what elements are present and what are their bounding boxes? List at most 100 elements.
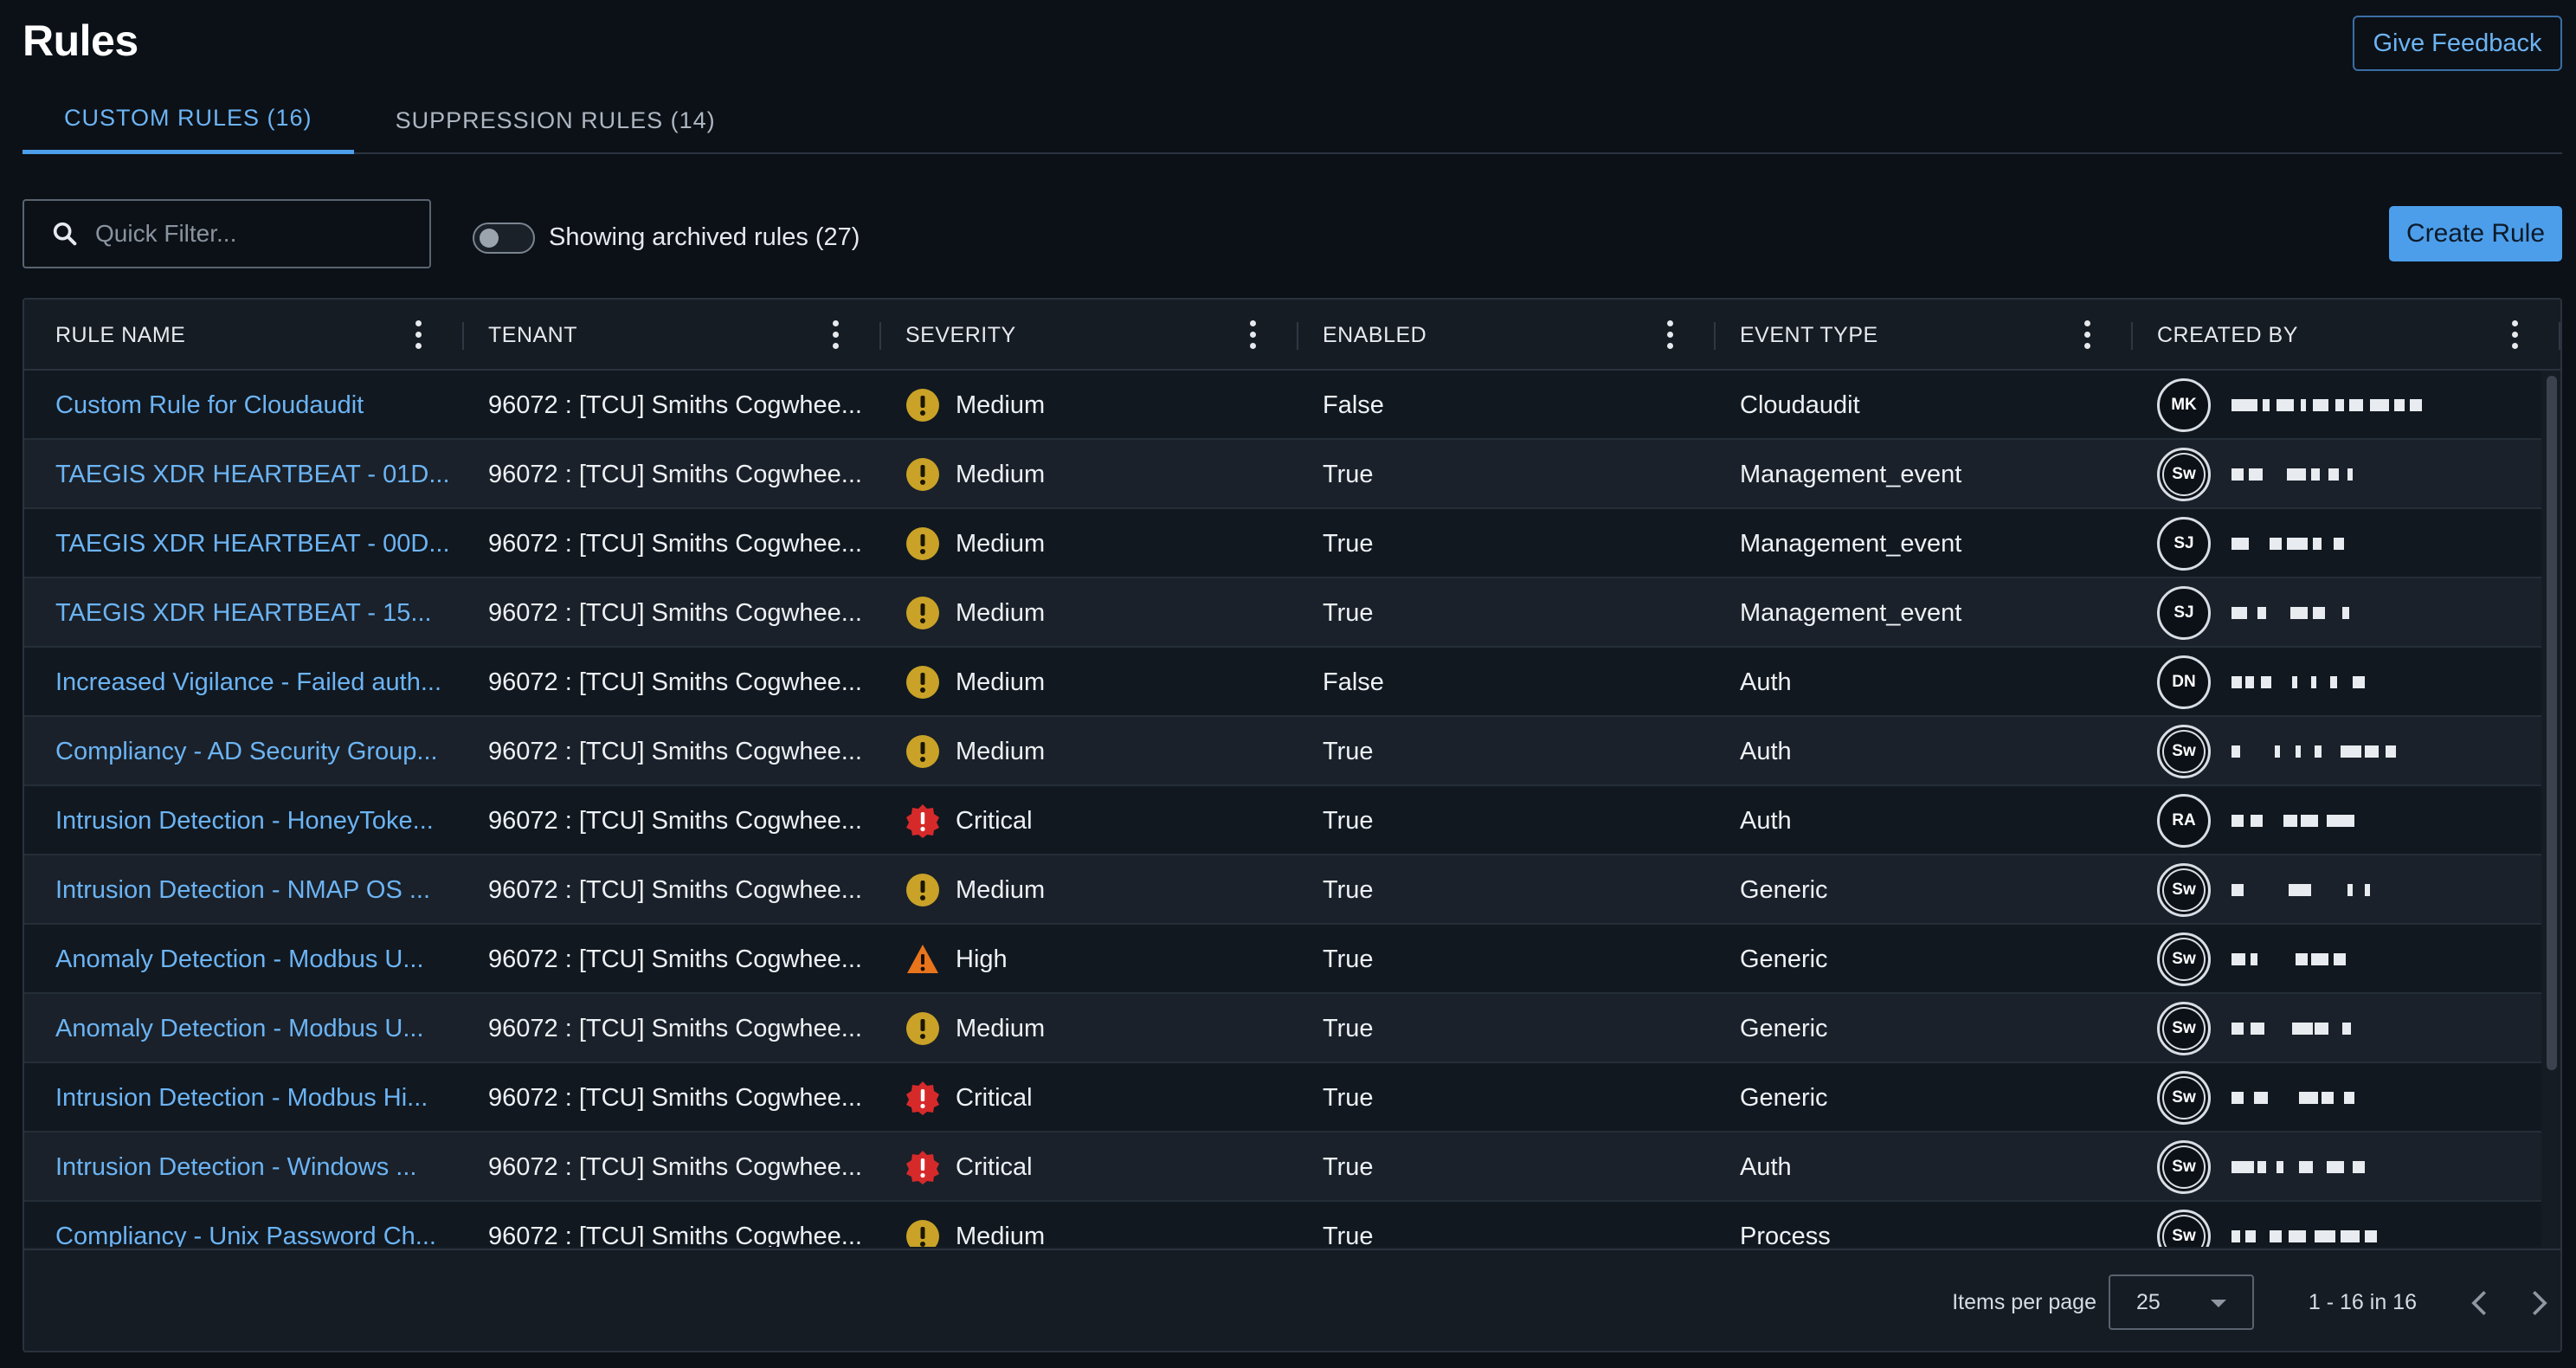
- more-vertical-icon[interactable]: [833, 320, 840, 350]
- table-row[interactable]: TAEGIS XDR HEARTBEAT - 00D... 96072 : [TC…: [24, 509, 2541, 578]
- chevron-left-icon[interactable]: [2467, 1288, 2493, 1318]
- rule-name-link[interactable]: Increased Vigilance - Failed auth...: [55, 648, 454, 717]
- rule-name-link[interactable]: Compliancy - Unix Password Ch...: [55, 1202, 454, 1248]
- rule-name-link[interactable]: TAEGIS XDR HEARTBEAT - 15...: [55, 578, 454, 648]
- quick-filter-input[interactable]: [95, 220, 424, 248]
- items-per-page-select[interactable]: 25: [2109, 1274, 2254, 1330]
- table-row[interactable]: Increased Vigilance - Failed auth... 9607…: [24, 648, 2541, 717]
- column-header-enabled[interactable]: ENABLED: [1298, 300, 1716, 371]
- created-by-cell: Sw: [2157, 717, 2521, 786]
- create-rule-button[interactable]: Create Rule: [2389, 206, 2562, 261]
- severity-cell: Medium: [905, 371, 1286, 440]
- archived-rules-toggle[interactable]: [473, 223, 535, 254]
- more-vertical-icon[interactable]: [2084, 320, 2091, 350]
- severity-label: Medium: [956, 598, 1046, 627]
- severity-label: Medium: [956, 1222, 1046, 1248]
- tenant-cell: 96072 : [TCU] Smiths Cogwhee...: [488, 1083, 862, 1112]
- rule-name-link[interactable]: Intrusion Detection - Windows ...: [55, 1132, 454, 1202]
- redacted-creator-name: [2231, 946, 2422, 972]
- severity-label: Medium: [956, 529, 1046, 558]
- table-scrollbar[interactable]: [2547, 376, 2557, 1070]
- redacted-creator-name: [2231, 1223, 2422, 1247]
- redacted-block: [2231, 953, 2245, 965]
- redacted-block: [2277, 1161, 2283, 1173]
- event-type-cell: Auth: [1740, 1152, 1792, 1181]
- rule-name-link[interactable]: TAEGIS XDR HEARTBEAT - 00D...: [55, 509, 454, 578]
- enabled-cell: True: [1323, 598, 1374, 627]
- redacted-block: [2342, 607, 2349, 619]
- avatar: Sw: [2157, 863, 2211, 917]
- table-row[interactable]: Intrusion Detection - Windows ... 96072 :…: [24, 1132, 2541, 1202]
- redacted-block: [2231, 607, 2247, 619]
- quick-filter[interactable]: [23, 199, 431, 268]
- medium-severity-icon: [905, 388, 956, 423]
- severity-cell: Critical: [905, 786, 1286, 855]
- avatar: Sw: [2157, 1002, 2211, 1055]
- redacted-block: [2290, 607, 2308, 619]
- column-header-created-by[interactable]: CREATED BY: [2133, 300, 2560, 371]
- rule-name-link[interactable]: TAEGIS XDR HEARTBEAT - 01D...: [55, 440, 454, 509]
- medium-severity-icon: [905, 734, 956, 769]
- more-vertical-icon[interactable]: [415, 320, 422, 350]
- tab-suppression-rules[interactable]: SUPPRESSION RULES (14): [354, 87, 757, 154]
- table-row[interactable]: TAEGIS XDR HEARTBEAT - 15... 96072 : [TCU…: [24, 578, 2541, 648]
- severity-cell: High: [905, 925, 1286, 994]
- severity-cell: Critical: [905, 1063, 1286, 1132]
- severity-cell: Medium: [905, 578, 1286, 648]
- rule-name-link[interactable]: Anomaly Detection - Modbus U...: [55, 994, 454, 1063]
- redacted-block: [2231, 815, 2244, 827]
- created-by-cell: Sw: [2157, 925, 2521, 994]
- tenant-cell: 96072 : [TCU] Smiths Cogwhee...: [488, 598, 862, 627]
- redacted-block: [2277, 399, 2294, 411]
- redacted-block: [2335, 399, 2344, 411]
- rule-name-link[interactable]: Compliancy - AD Security Group...: [55, 717, 454, 786]
- event-type-cell: Auth: [1740, 806, 1792, 835]
- more-vertical-icon[interactable]: [1250, 320, 1257, 350]
- column-header-severity[interactable]: SEVERITY: [881, 300, 1298, 371]
- table-row[interactable]: Intrusion Detection - HoneyToke... 96072 …: [24, 786, 2541, 855]
- table-row[interactable]: Intrusion Detection - Modbus Hi... 96072 …: [24, 1063, 2541, 1132]
- table-row[interactable]: Compliancy - AD Security Group... 96072 :…: [24, 717, 2541, 786]
- more-vertical-icon[interactable]: [1667, 320, 1674, 350]
- column-header-label: ENABLED: [1323, 322, 1427, 347]
- redacted-block: [2313, 607, 2325, 619]
- table-row[interactable]: Custom Rule for Cloudaudit 96072 : [TCU] …: [24, 371, 2541, 440]
- tenant-cell: 96072 : [TCU] Smiths Cogwhee...: [488, 390, 862, 419]
- tenant-cell: 96072 : [TCU] Smiths Cogwhee...: [488, 529, 862, 558]
- redacted-block: [2327, 815, 2354, 827]
- rule-name-link[interactable]: Intrusion Detection - HoneyToke...: [55, 786, 454, 855]
- redacted-block: [2313, 538, 2322, 550]
- column-header-event-type[interactable]: EVENT TYPE: [1716, 300, 2133, 371]
- rule-name-link[interactable]: Intrusion Detection - Modbus Hi...: [55, 1063, 454, 1132]
- chevron-right-icon[interactable]: [2526, 1288, 2552, 1318]
- medium-severity-icon: [905, 457, 956, 492]
- medium-severity-icon: [905, 665, 956, 700]
- table-header: RULE NAME TENANT SEVERITY ENABLED EVENT …: [24, 300, 2560, 371]
- redacted-block: [2251, 815, 2263, 827]
- more-vertical-icon[interactable]: [2512, 320, 2519, 350]
- event-type-cell: Generic: [1740, 875, 1828, 904]
- table-row[interactable]: Anomaly Detection - Modbus U... 96072 : […: [24, 994, 2541, 1063]
- tab-custom-rules[interactable]: CUSTOM RULES (16): [23, 87, 354, 154]
- created-by-cell: SJ: [2157, 509, 2521, 578]
- redacted-block: [2327, 1161, 2344, 1173]
- redacted-block: [2301, 815, 2318, 827]
- rule-name-link[interactable]: Custom Rule for Cloudaudit: [55, 371, 454, 440]
- medium-severity-icon: [905, 873, 956, 907]
- table-row[interactable]: TAEGIS XDR HEARTBEAT - 01D... 96072 : [TC…: [24, 440, 2541, 509]
- avatar: MK: [2157, 378, 2211, 432]
- redacted-block: [2231, 745, 2240, 758]
- table-row[interactable]: Anomaly Detection - Modbus U... 96072 : […: [24, 925, 2541, 994]
- created-by-cell: Sw: [2157, 994, 2521, 1063]
- redacted-block: [2311, 676, 2316, 688]
- critical-severity-icon: [905, 803, 956, 838]
- column-header-tenant[interactable]: TENANT: [464, 300, 881, 371]
- rule-name-link[interactable]: Intrusion Detection - NMAP OS ...: [55, 855, 454, 925]
- column-header-rule-name[interactable]: RULE NAME: [24, 300, 464, 371]
- give-feedback-button[interactable]: Give Feedback: [2353, 16, 2562, 71]
- tenant-cell: 96072 : [TCU] Smiths Cogwhee...: [488, 1222, 862, 1248]
- table-row[interactable]: Intrusion Detection - NMAP OS ... 96072 :…: [24, 855, 2541, 925]
- redacted-block: [2296, 745, 2301, 758]
- rule-name-link[interactable]: Anomaly Detection - Modbus U...: [55, 925, 454, 994]
- table-row[interactable]: Compliancy - Unix Password Ch... 96072 : …: [24, 1202, 2541, 1247]
